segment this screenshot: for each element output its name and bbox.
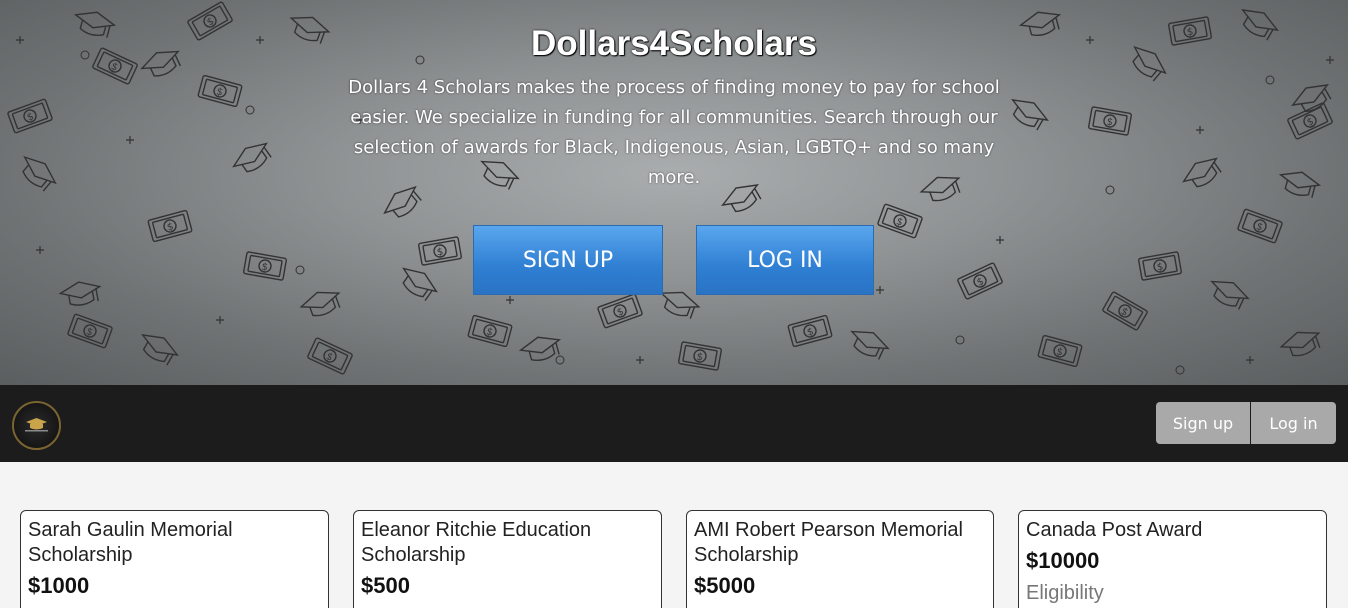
nav-login-button[interactable]: Log in bbox=[1251, 402, 1336, 444]
logo-icon[interactable] bbox=[12, 401, 61, 450]
scholarship-title: Sarah Gaulin Memorial Scholarship bbox=[28, 519, 233, 566]
scholarship-amount: $1000 bbox=[28, 573, 90, 598]
scholarship-card[interactable]: Eleanor Ritchie Education Scholarship $5… bbox=[353, 510, 662, 608]
graduation-cap-icon bbox=[25, 418, 48, 432]
hero-banner: $ Dollars4Scholars Dollars 4 Scholars ma… bbox=[0, 0, 1348, 385]
scholarship-title: Canada Post Award bbox=[1026, 519, 1203, 541]
scholarship-card[interactable]: AMI Robert Pearson Memorial Scholarship … bbox=[686, 510, 994, 608]
navbar: Sign up Log in bbox=[0, 385, 1348, 462]
scholarship-amount: $5000 bbox=[694, 573, 756, 598]
scholarship-title: Eleanor Ritchie Education Scholarship bbox=[361, 519, 592, 566]
hero-title: Dollars4Scholars bbox=[531, 24, 817, 63]
hero-description: Dollars 4 Scholars makes the process of … bbox=[348, 77, 1000, 188]
scholarship-card[interactable]: Sarah Gaulin Memorial Scholarship $1000 bbox=[20, 510, 329, 608]
hero-login-button[interactable]: LOG IN bbox=[696, 225, 874, 295]
hero-signup-button[interactable]: SIGN UP bbox=[473, 225, 663, 295]
scholarship-eligibility: Eligibility bbox=[1026, 582, 1104, 604]
scholarship-amount: $500 bbox=[361, 573, 410, 598]
scholarship-card[interactable]: Canada Post Award $10000 Eligibility bbox=[1018, 510, 1327, 608]
scholarship-title: AMI Robert Pearson Memorial Scholarship bbox=[694, 519, 963, 566]
nav-signup-button[interactable]: Sign up bbox=[1156, 402, 1250, 444]
scholarship-amount: $10000 bbox=[1026, 548, 1100, 573]
